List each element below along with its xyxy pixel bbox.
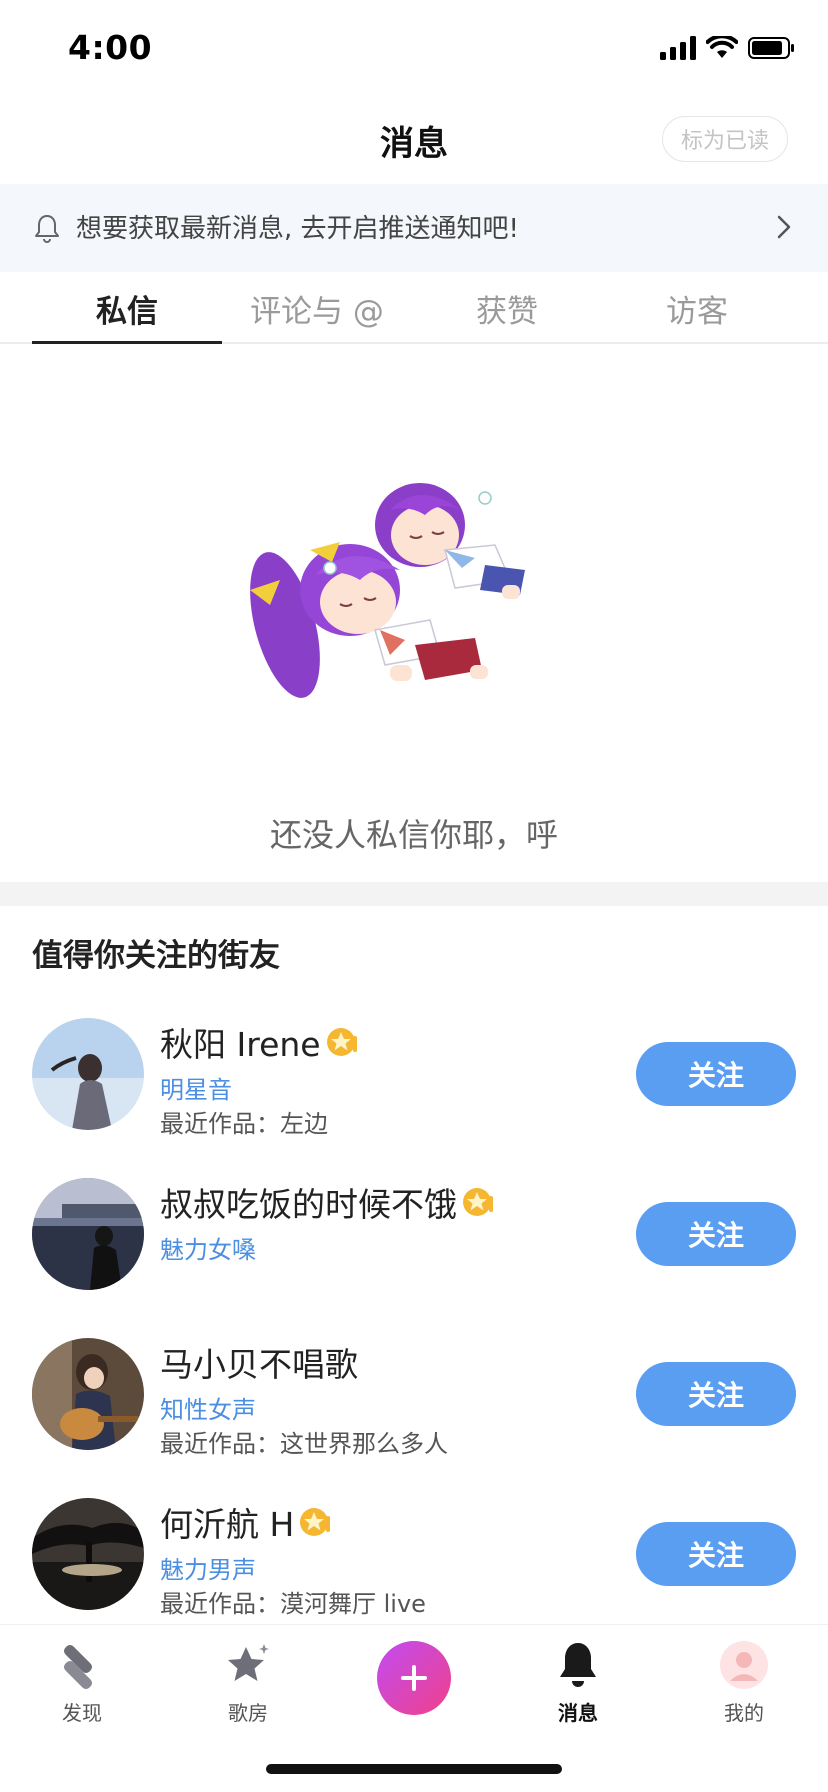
battery-icon — [748, 37, 794, 59]
profile-icon — [718, 1639, 770, 1691]
user-voice-tag: 魅力男声 — [160, 1556, 256, 1584]
status-icons — [660, 34, 796, 62]
home-indicator — [266, 1764, 562, 1774]
avatar[interactable] — [32, 1338, 144, 1450]
section-divider — [0, 882, 828, 906]
recommended-user-row[interactable]: 叔叔吃饭的时候不饿 魅力女嗓 关注 — [0, 1178, 828, 1318]
user-name[interactable]: 叔叔吃饭的时候不饿 — [160, 1178, 457, 1226]
recommend-section-title: 值得你关注的街友 — [32, 938, 280, 974]
chevron-right-icon — [777, 215, 791, 239]
sleeping-girls-illustration — [250, 483, 525, 698]
tabbar-item-song-room[interactable]: 歌房 — [198, 1639, 298, 1726]
tabbar-label: 歌房 — [228, 1701, 268, 1725]
user-name[interactable]: 秋阳 Irene — [160, 1018, 321, 1066]
notify-banner-text: 想要获取最新消息, 去开启推送通知吧! — [76, 214, 519, 244]
empty-state-text: 还没人私信你耶，呼 — [269, 816, 558, 854]
star-badge-icon — [326, 1028, 357, 1056]
tab-likes[interactable]: 获赞 — [412, 286, 602, 331]
user-voice-tag: 知性女声 — [160, 1396, 256, 1424]
recommended-user-row[interactable]: 秋阳 Irene 明星音 最近作品：左边 关注 — [0, 1018, 828, 1158]
status-time: 4:00 — [68, 28, 153, 67]
user-name-line: 何沂航 H — [160, 1500, 334, 1544]
recommended-user-row[interactable]: 马小贝不唱歌 知性女声 最近作品：这世界那么多人 关注 — [0, 1338, 828, 1478]
tabbar-item-messages[interactable]: 消息 — [528, 1639, 628, 1726]
bell-icon — [552, 1639, 604, 1691]
follow-button[interactable]: 关注 — [636, 1522, 796, 1586]
follow-button[interactable]: 关注 — [636, 1202, 796, 1266]
user-name[interactable]: 何沂航 H — [160, 1498, 294, 1546]
tabbar-label: 消息 — [558, 1701, 598, 1725]
status-bar: 4:00 — [0, 0, 828, 96]
user-voice-tag: 魅力女嗓 — [160, 1236, 256, 1264]
discover-icon — [56, 1639, 108, 1691]
user-recent-work: 最近作品：这世界那么多人 — [160, 1430, 448, 1458]
tabbar-label: 我的 — [724, 1701, 764, 1725]
follow-button[interactable]: 关注 — [636, 1042, 796, 1106]
follow-button[interactable]: 关注 — [636, 1362, 796, 1426]
wifi-icon — [706, 36, 738, 58]
tabbar-label: 发现 — [62, 1701, 102, 1725]
star-badge-icon — [463, 1188, 493, 1216]
star-badge-icon — [300, 1508, 331, 1536]
avatar[interactable] — [32, 1178, 144, 1290]
recommended-user-row[interactable]: 何沂航 H 魅力男声 最近作品：漠河舞厅 live 关注 — [0, 1498, 828, 1638]
user-name-line: 马小贝不唱歌 — [160, 1340, 358, 1384]
user-name[interactable]: 马小贝不唱歌 — [160, 1338, 358, 1386]
message-tabs: 私信 评论与 @ 获赞 访客 — [0, 272, 828, 344]
user-name-line: 叔叔吃饭的时候不饿 — [160, 1180, 497, 1224]
user-recent-work: 最近作品：左边 — [160, 1110, 328, 1138]
create-button[interactable] — [377, 1641, 451, 1715]
header: 消息 标为已读 — [0, 96, 828, 184]
cellular-signal-icon — [660, 36, 696, 60]
tab-comments-mentions[interactable]: 评论与 @ — [222, 286, 412, 331]
avatar[interactable] — [32, 1498, 144, 1610]
user-voice-tag: 明星音 — [160, 1076, 232, 1104]
push-notification-banner[interactable]: 想要获取最新消息, 去开启推送通知吧! — [0, 184, 828, 272]
plus-icon — [401, 1665, 427, 1691]
tabbar-item-profile[interactable]: 我的 — [694, 1639, 794, 1726]
tab-visitors[interactable]: 访客 — [602, 286, 792, 331]
tabbar-item-discover[interactable]: 发现 — [32, 1639, 132, 1726]
active-tab-indicator — [32, 341, 222, 344]
user-recent-work: 最近作品：漠河舞厅 live — [160, 1590, 426, 1618]
avatar[interactable] — [32, 1018, 144, 1130]
user-name-line: 秋阳 Irene — [160, 1020, 361, 1064]
mark-read-button[interactable]: 标为已读 — [662, 116, 788, 162]
bell-outline-icon — [35, 215, 59, 243]
tab-private-message[interactable]: 私信 — [32, 286, 222, 331]
star-room-icon — [222, 1639, 274, 1691]
